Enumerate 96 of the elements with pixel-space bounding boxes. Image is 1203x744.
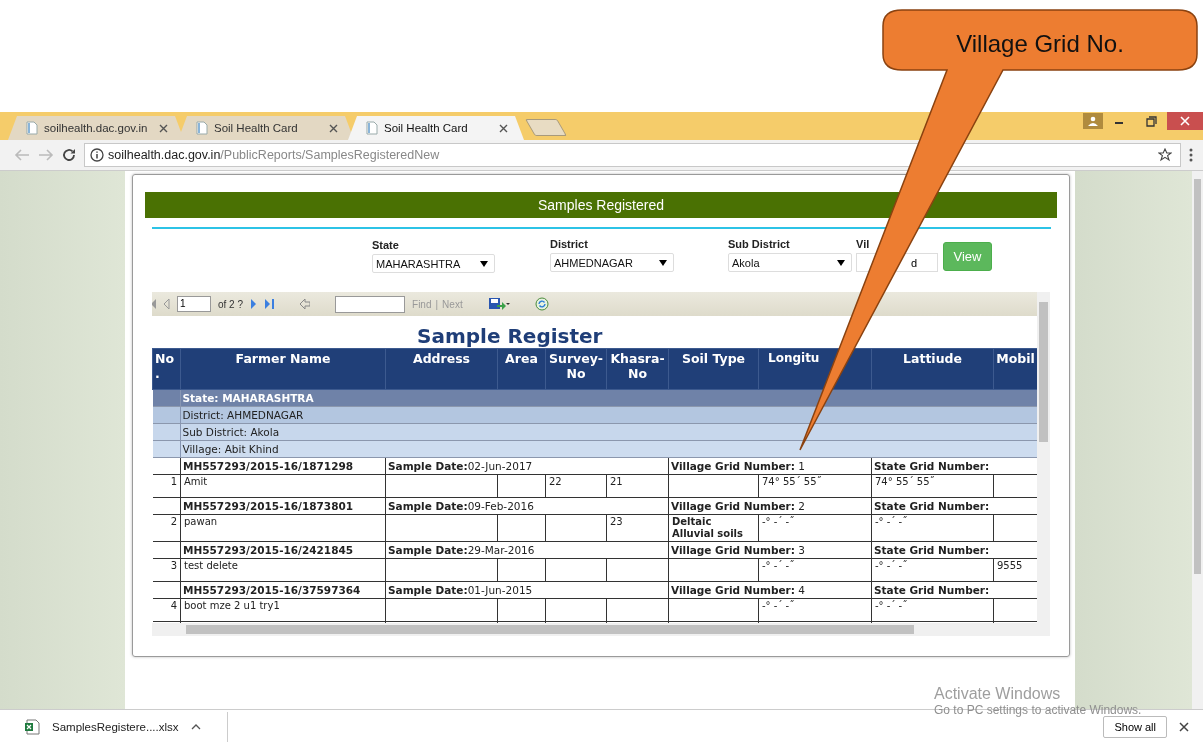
table-cell: 3: [152, 558, 181, 582]
save-icon[interactable]: [487, 297, 510, 311]
reload-icon[interactable]: [62, 148, 76, 162]
sample-date: Sample Date:29-Mar-2016: [385, 541, 669, 559]
separator: |: [435, 298, 439, 310]
table-cell: Deltaic Alluvial soils: [668, 514, 759, 542]
table-cell: 4: [152, 598, 181, 622]
page-number-field[interactable]: 1: [177, 296, 211, 312]
village-grid-number: Village Grid Number: 2: [668, 497, 872, 515]
close-icon[interactable]: [329, 123, 338, 133]
filter-label: Sub District: [728, 238, 791, 250]
filter-label: State: [372, 239, 400, 251]
column-header: Area: [497, 348, 546, 390]
table-cell: -° -´ -˝: [758, 514, 872, 542]
next-page-icon[interactable]: [250, 299, 258, 309]
page-scrollbar[interactable]: [1192, 171, 1203, 709]
page-count: of 2 ?: [218, 298, 244, 310]
sample-id: MH557293/2015-16/1873801: [180, 497, 386, 515]
village-grid-number: Village Grid Number: 3: [668, 541, 872, 559]
column-header: Address: [385, 348, 498, 390]
village-grid-number: Village Grid Number: 4: [668, 581, 872, 599]
close-icon[interactable]: [499, 123, 508, 133]
filter-label: Vil: [856, 238, 871, 250]
sample-date: Sample Date:09-Feb-2016: [385, 497, 669, 515]
table-cell: test delete: [180, 558, 386, 582]
table-cell: -° -´ -˝: [871, 558, 994, 582]
column-header: Lattiude: [871, 348, 994, 390]
table-cell: pawan: [180, 514, 386, 542]
sample-date: Sample Date:02-Jun-2017: [385, 457, 669, 475]
activation-notice-title: Activate Windows: [934, 685, 1062, 703]
table-cell: 74° 55´ 55˝: [758, 474, 872, 498]
activation-notice-text: Go to PC settings to activate Windows.: [934, 703, 1142, 717]
browser-tab[interactable]: Soil Health Card: [348, 116, 524, 140]
new-tab-button[interactable]: [525, 119, 567, 136]
find-field[interactable]: [335, 295, 406, 313]
dropdown-arrow-icon: [480, 260, 488, 267]
table-cell: -° -´ -˝: [758, 598, 872, 622]
show-all-button[interactable]: Show all: [1103, 716, 1167, 738]
dropdown[interactable]: Akola: [728, 253, 852, 272]
close-icon: [1180, 116, 1190, 126]
table-cell: -° -´ -˝: [871, 598, 994, 622]
caret-up-icon[interactable]: [190, 724, 201, 730]
url-host: soilhealth.dac.gov.in: [108, 148, 221, 162]
dropdown[interactable]: AHMEDNAGAR: [550, 253, 674, 272]
table-cell: 1: [152, 474, 181, 498]
state-grid-number: State Grid Number:: [871, 581, 1037, 599]
info-icon[interactable]: [90, 148, 104, 162]
column-header: Farmer Name: [180, 348, 386, 390]
star-icon[interactable]: [1158, 148, 1172, 162]
page-banner: Samples Registered: [145, 192, 1057, 218]
column-header: Survey-No: [545, 348, 607, 390]
spreadsheet-icon: [24, 719, 40, 735]
table-cell: 22: [545, 474, 607, 498]
refresh-icon[interactable]: [534, 297, 549, 311]
previous-page-icon[interactable]: [163, 299, 170, 309]
dropdown-arrow-icon: [659, 259, 667, 266]
page-icon: [26, 121, 38, 135]
filter-label: District: [550, 238, 589, 250]
close-icon[interactable]: [1179, 722, 1189, 732]
sample-id: MH557293/2015-16/37597364: [180, 581, 386, 599]
table-cell: 23: [606, 514, 669, 542]
dropdown[interactable]: MAHARASHTRA: [372, 254, 495, 273]
profile-icon[interactable]: [1083, 113, 1103, 129]
state-grid-number: State Grid Number:: [871, 541, 1037, 559]
column-header: Soil Type: [668, 348, 759, 390]
address-bar[interactable]: soilhealth.dac.gov.in/PublicReports/SamplesRegisteredNew: [84, 143, 1181, 167]
horizontal-scrollbar[interactable]: [152, 623, 1050, 636]
table-cell: -° -´ -˝: [758, 558, 872, 582]
url-path: /PublicReports/SamplesRegisteredNew: [220, 148, 440, 162]
state-grid-number: State Grid Number:: [871, 457, 1037, 475]
menu-icon[interactable]: [1189, 148, 1193, 162]
last-page-icon[interactable]: [264, 299, 276, 309]
column-header: Khasra-No: [606, 348, 669, 390]
table-cell: Amit: [180, 474, 386, 498]
close-icon[interactable]: [159, 123, 168, 133]
table-cell: boot mze 2 u1 try1: [180, 598, 386, 622]
column-header: No.: [152, 348, 181, 390]
table-cell: 2: [152, 514, 181, 542]
sample-id: MH557293/2015-16/2421845: [180, 541, 386, 559]
callout-text: Village Grid No.: [956, 30, 1124, 57]
page-icon: [366, 121, 378, 135]
download-file-name[interactable]: SamplesRegistere....xlsx: [52, 721, 179, 733]
sample-id: MH557293/2015-16/1871298: [180, 457, 386, 475]
state-grid-number: State Grid Number:: [871, 497, 1037, 515]
column-header: Mobil: [993, 348, 1037, 390]
table-cell: 74° 55´ 55˝: [871, 474, 994, 498]
sample-date: Sample Date:01-Jun-2015: [385, 581, 669, 599]
dropdown-arrow-icon: [837, 259, 845, 266]
close-window-button[interactable]: [1167, 112, 1203, 130]
table-cell: -° -´ -˝: [871, 514, 994, 542]
report-title: Sample Register: [417, 324, 603, 348]
back-arrow-icon[interactable]: [300, 299, 311, 309]
village-grid-number: Village Grid Number: 1: [668, 457, 872, 475]
table-cell: 21: [606, 474, 669, 498]
vertical-scrollbar[interactable]: [1037, 292, 1050, 623]
page-icon: [196, 121, 208, 135]
